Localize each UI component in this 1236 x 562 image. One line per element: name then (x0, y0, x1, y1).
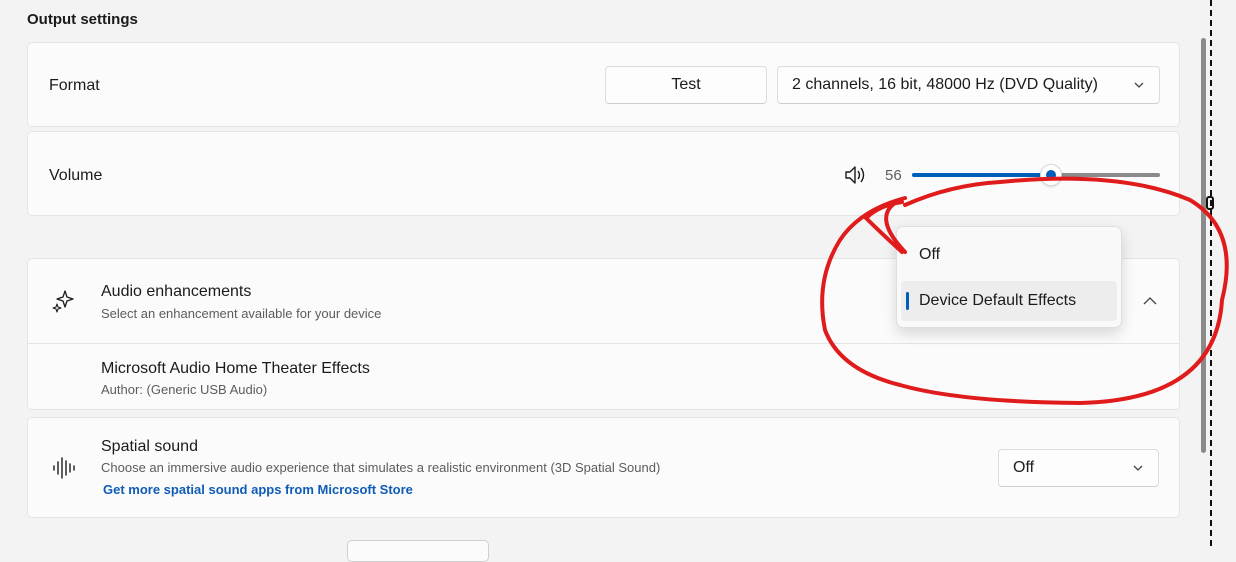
format-label: Format (49, 77, 100, 94)
edge-glyph (1206, 196, 1214, 210)
enhancements-divider (28, 343, 1179, 344)
format-dropdown-value: 2 channels, 16 bit, 48000 Hz (DVD Qualit… (792, 76, 1098, 93)
format-dropdown[interactable]: 2 channels, 16 bit, 48000 Hz (DVD Qualit… (777, 66, 1160, 104)
volume-value: 56 (885, 167, 902, 184)
spatial-dropdown-value: Off (1013, 459, 1035, 476)
section-title: Output settings (27, 11, 138, 28)
sparkles-icon (52, 290, 74, 313)
volume-card: Volume 56 (27, 131, 1180, 216)
store-link[interactable]: Get more spatial sound apps from Microso… (103, 482, 413, 497)
volume-thumb[interactable] (1039, 164, 1062, 186)
volume-label: Volume (49, 167, 103, 184)
flyout-option-default-label: Device Default Effects (919, 292, 1077, 309)
flyout-option-off[interactable]: Off (901, 235, 1117, 275)
chevron-up-icon[interactable] (1142, 295, 1158, 307)
enhancements-subtitle: Select an enhancement available for your… (101, 306, 382, 321)
test-button-label: Test (671, 76, 701, 93)
window-edge-dashed (1210, 0, 1212, 546)
spatial-card: Spatial sound Choose an immersive audio … (27, 417, 1180, 518)
spatial-dropdown[interactable]: Off (998, 449, 1159, 487)
effect-name: Microsoft Audio Home Theater Effects (101, 360, 370, 377)
chevron-down-icon (1134, 82, 1144, 88)
spatial-subtitle: Choose an immersive audio experience tha… (101, 460, 661, 475)
scrollbar[interactable] (1201, 38, 1206, 453)
enhancements-flyout: Off Device Default Effects (896, 226, 1122, 328)
effect-author: Author: (Generic USB Audio) (101, 382, 268, 397)
volume-slider[interactable] (912, 163, 1160, 187)
bottom-button-edge[interactable] (347, 540, 489, 562)
chevron-down-icon (1133, 465, 1143, 471)
flyout-option-off-label: Off (919, 246, 941, 263)
enhancements-title: Audio enhancements (101, 283, 252, 300)
format-card: Format Test 2 channels, 16 bit, 48000 Hz… (27, 42, 1180, 127)
waveform-icon (53, 457, 75, 479)
test-button[interactable]: Test (605, 66, 767, 104)
selection-indicator (906, 292, 909, 310)
volume-fill (912, 173, 1051, 177)
spatial-title: Spatial sound (101, 438, 198, 455)
speaker-icon[interactable] (843, 164, 867, 186)
flyout-option-default-effects[interactable]: Device Default Effects (901, 281, 1117, 321)
